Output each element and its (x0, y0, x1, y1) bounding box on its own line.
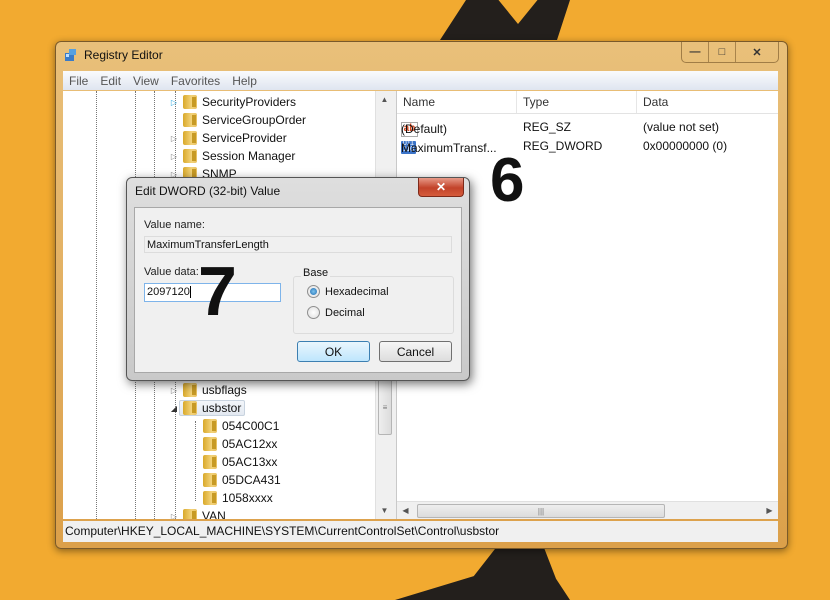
tree-item-usbstor[interactable]: ◢ usbstor (169, 399, 246, 417)
status-bar-path: Computer\HKEY_LOCAL_MACHINE\SYSTEM\Curre… (63, 521, 778, 542)
radio-label: Decimal (325, 306, 365, 319)
radio-unselected-icon (307, 306, 320, 319)
cancel-button[interactable]: Cancel (379, 341, 452, 362)
menu-file[interactable]: File (63, 74, 94, 88)
scroll-thumb[interactable]: ||| (417, 504, 665, 518)
expand-arrow-icon[interactable]: ▷ (169, 134, 179, 143)
expand-arrow-icon[interactable]: ▷ (169, 152, 179, 161)
tree-guide (195, 421, 196, 501)
folder-icon (203, 419, 217, 433)
tree-item-serviceprovider[interactable]: ▷ ServiceProvider (169, 129, 287, 147)
expand-arrow-icon[interactable]: ▷ (169, 512, 179, 520)
text-caret (189, 286, 191, 299)
column-header-name[interactable]: Name (397, 91, 517, 113)
tree-item-label: 05AC13xx (222, 455, 278, 469)
scroll-thumb[interactable]: ≡ (378, 379, 392, 435)
list-horizontal-scrollbar[interactable]: ◀ ||| ▶ (397, 501, 778, 519)
tree-item-05ac13xx[interactable]: 05AC13xx (199, 453, 277, 471)
folder-icon (183, 509, 197, 519)
tree-item-securityproviders[interactable]: ▷ SecurityProviders (169, 93, 296, 111)
radio-decimal[interactable]: Decimal (307, 306, 365, 319)
folder-icon (183, 131, 197, 145)
folder-icon (203, 455, 217, 469)
tree-item-label: usbstor (202, 401, 242, 415)
radio-hexadecimal[interactable]: Hexadecimal (307, 285, 389, 298)
folder-icon (183, 95, 197, 109)
tree-item-label: 05AC12xx (222, 437, 278, 451)
radio-label: Hexadecimal (325, 285, 389, 298)
tree-item-label: ServiceGroupOrder (202, 113, 307, 127)
minimize-button[interactable]: — (682, 42, 708, 62)
ok-button[interactable]: OK (297, 341, 370, 362)
tree-item-label: 05DCA431 (222, 473, 281, 487)
value-data-text: 2097120 (147, 286, 190, 298)
tree-item-label: Session Manager (202, 149, 296, 163)
value-name-field: MaximumTransferLength (144, 236, 452, 253)
maximize-button[interactable]: □ (708, 42, 735, 62)
dialog-body: Value name: MaximumTransferLength Value … (134, 207, 462, 373)
menu-favorites[interactable]: Favorites (165, 74, 226, 88)
edit-dword-dialog: Edit DWORD (32-bit) Value ✕ Value name: … (126, 177, 470, 381)
tree-item-label: 1058xxxx (222, 491, 273, 505)
tree-item-05ac12xx[interactable]: 05AC12xx (199, 435, 277, 453)
scroll-left-arrow-icon[interactable]: ◀ (397, 502, 414, 519)
caption-buttons: — □ ✕ (681, 42, 779, 63)
tree-item-label: VAN (202, 509, 226, 519)
tree-item-1058xxxx[interactable]: 1058xxxx (199, 489, 273, 507)
tree-item-servicegrouporder[interactable]: ServiceGroupOrder (169, 111, 306, 129)
value-data-cell: 0x00000000 (0) (643, 139, 728, 153)
column-header-type[interactable]: Type (517, 91, 637, 113)
selected-node: usbstor (179, 400, 246, 416)
value-type-cell: REG_SZ (523, 120, 572, 134)
tree-item-054c00c1[interactable]: 054C00C1 (199, 417, 279, 435)
tree-item-label: ServiceProvider (202, 131, 287, 145)
scroll-up-arrow-icon[interactable]: ▲ (376, 91, 392, 108)
value-name: (Default) (401, 122, 448, 136)
tree-item-label: 054C00C1 (222, 419, 280, 433)
scroll-down-arrow-icon[interactable]: ▼ (376, 502, 392, 519)
expand-arrow-icon[interactable]: ▷ (169, 386, 179, 395)
tree-item-label: usbflags (202, 383, 247, 397)
folder-icon (183, 113, 197, 127)
tree-item-usbflags[interactable]: ▷ usbflags (169, 381, 247, 399)
list-header: Name Type Data (397, 91, 778, 114)
value-name-label: Value name: (144, 219, 205, 231)
tree-item-label: SecurityProviders (202, 95, 297, 109)
folder-icon (183, 149, 197, 163)
folder-icon (183, 401, 197, 415)
list-row[interactable]: ab (Default) REG_SZ (value not set) (397, 118, 778, 137)
tree-guide (96, 91, 97, 519)
dialog-close-button[interactable]: ✕ (418, 178, 464, 197)
menu-bar: File Edit View Favorites Help (63, 71, 778, 90)
tree-item-05dca431[interactable]: 05DCA431 (199, 471, 281, 489)
step-annotation-6: 6 (490, 146, 525, 215)
column-header-data[interactable]: Data (637, 91, 778, 113)
collapse-arrow-icon[interactable]: ◢ (169, 404, 179, 413)
menu-help[interactable]: Help (226, 74, 263, 88)
radio-selected-icon (307, 285, 320, 298)
background-silhouette-bottom (395, 547, 570, 600)
list-row[interactable]: 011 110 MaximumTransf... REG_DWORD 0x00000… (397, 137, 778, 155)
dialog-title: Edit DWORD (32-bit) Value (135, 184, 281, 198)
close-button[interactable]: ✕ (735, 42, 778, 62)
base-label: Base (301, 267, 331, 279)
folder-icon (203, 473, 217, 487)
tree-item-session-manager[interactable]: ▷ Session Manager (169, 147, 295, 165)
menu-edit[interactable]: Edit (94, 74, 127, 88)
tree-item-van[interactable]: ▷ VAN (169, 507, 226, 519)
value-type-cell: REG_DWORD (523, 139, 603, 153)
step-annotation-7: 7 (198, 252, 237, 330)
value-data-label: Value data: (144, 266, 199, 278)
background-silhouette-top (440, 0, 570, 40)
registry-app-icon (65, 49, 76, 61)
expand-arrow-icon[interactable]: ▷ (169, 98, 179, 107)
scroll-right-arrow-icon[interactable]: ▶ (761, 502, 778, 519)
folder-icon (203, 437, 217, 451)
folder-icon (183, 383, 197, 397)
menu-view[interactable]: View (127, 74, 165, 88)
value-data-cell: (value not set) (643, 120, 720, 134)
value-name: MaximumTransf... (401, 141, 497, 155)
folder-icon (203, 491, 217, 505)
window-title: Registry Editor (84, 48, 163, 62)
